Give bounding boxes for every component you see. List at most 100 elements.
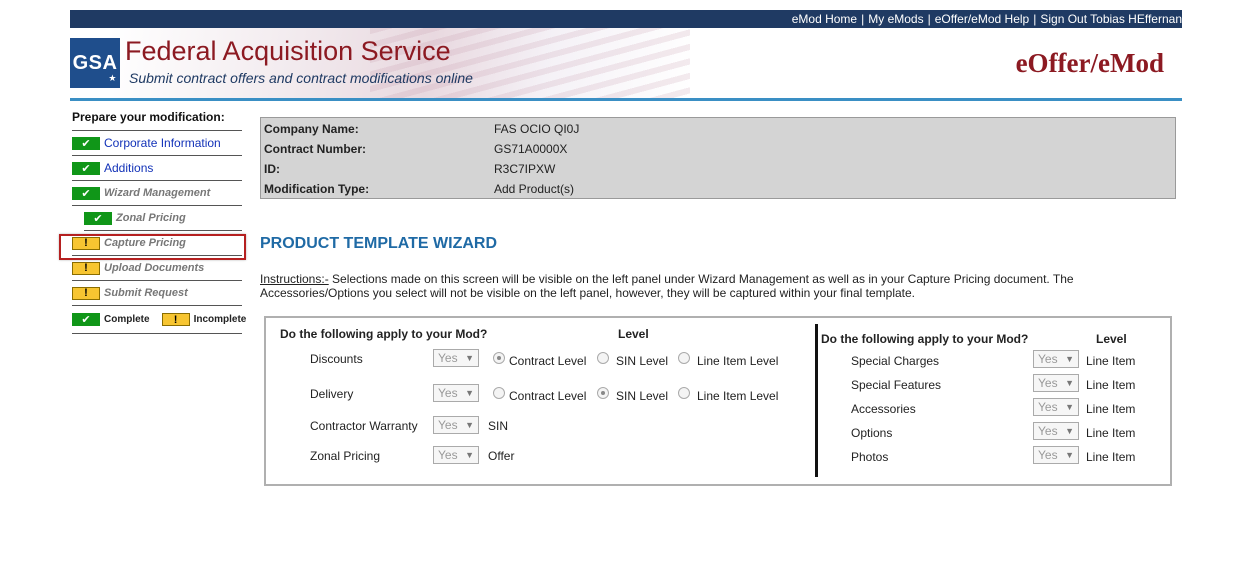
sidebar-item-corporate-information[interactable]: ✔ Corporate Information [72,131,242,156]
check-icon: ✔ [84,211,112,225]
delivery-contract-level-radio[interactable] [493,387,505,399]
select-value: Yes [1038,376,1058,390]
radio-label: SIN Level [616,354,669,368]
chevron-down-icon: ▼ [1065,450,1074,460]
column-divider [815,324,818,477]
sidebar-item-label[interactable]: Corporate Information [104,136,221,150]
warranty-label: Contractor Warranty [310,419,418,433]
info-value: GS71A0000X [494,142,568,156]
banner-subtitle: Submit contract offers and contract modi… [129,70,473,86]
zonal-pricing-select[interactable]: Yes ▼ [433,446,479,464]
options-select[interactable]: Yes ▼ [1033,422,1079,440]
delivery-sin-level-radio[interactable] [597,387,609,399]
top-nav-bar: eMod Home | My eMods | eOffer/eMod Help | Sign… [70,10,1182,28]
info-value: Add Product(s) [494,182,575,196]
special-features-select[interactable]: Yes ▼ [1033,374,1079,392]
sidebar-item-submit-request: ! Submit Request [72,281,242,306]
select-value: Yes [1038,424,1058,438]
special-charges-level: Line Item [1086,354,1136,368]
delivery-label: Delivery [310,387,354,401]
discounts-label: Discounts [310,352,363,366]
select-value: Yes [438,418,458,432]
photos-label: Photos [851,450,889,464]
mod-options-panel: Do the following apply to your Mod? Leve… [264,316,1172,486]
highlight-annotation [59,234,246,260]
banner-title: Federal Acquisition Service [125,36,451,66]
options-level: Line Item [1086,426,1136,440]
radio-label: Contract Level [509,389,587,403]
exclamation-icon: ! [161,313,190,326]
right-question-header: Do the following apply to your Mod? [821,332,1029,346]
chevron-down-icon: ▼ [465,450,474,460]
exclamation-icon: ! [72,261,100,275]
sidebar-item-additions[interactable]: ✔ Additions [72,156,242,181]
top-nav-links: eMod Home | My eMods | eOffer/eMod Help | Sign… [792,12,1182,26]
photos-select[interactable]: Yes ▼ [1033,446,1079,464]
page: eMod Home | My eMods | eOffer/eMod Help | Sign… [0,0,1252,587]
sidebar-item-label[interactable]: Additions [104,161,153,175]
discounts-sin-level-radio[interactable] [597,352,609,364]
gsa-logo[interactable]: GSA ★ [70,38,120,88]
eoffer-emod-logo: eOffer/eMod [1015,48,1164,78]
accessories-label: Accessories [851,402,916,416]
special-charges-select[interactable]: Yes ▼ [1033,350,1079,368]
info-label: ID: [264,162,280,176]
nav-separator: | [1033,12,1037,26]
accessories-select[interactable]: Yes ▼ [1033,398,1079,416]
emod-home-link[interactable]: eMod Home [792,12,857,26]
sidebar-item-label: Zonal Pricing [116,212,186,224]
chevron-down-icon: ▼ [1065,426,1074,436]
sign-out-link[interactable]: Sign Out Tobias HEffernan [1040,12,1182,26]
select-value: Yes [438,351,458,365]
instructions-label: Instructions:- [260,272,329,286]
radio-label: Line Item Level [697,389,779,403]
chevron-down-icon: ▼ [465,420,474,430]
photos-level: Line Item [1086,450,1136,464]
special-features-level: Line Item [1086,378,1136,392]
select-value: Yes [438,448,458,462]
exclamation-icon: ! [72,286,100,300]
special-charges-label: Special Charges [851,354,940,368]
sidebar: Prepare your modification: ✔ Corporate I… [72,110,246,334]
sidebar-item-label: Wizard Management [104,187,211,199]
page-title: PRODUCT TEMPLATE WIZARD [260,235,498,252]
delivery-select[interactable]: Yes ▼ [433,384,479,402]
left-question-header: Do the following apply to your Mod? [280,327,488,341]
star-icon: ★ [108,73,117,83]
radio-label: Line Item Level [697,354,779,368]
info-label: Contract Number: [264,142,367,156]
discounts-contract-level-radio[interactable] [493,352,505,364]
header-divider [70,98,1182,101]
legend-incomplete-label: Incomplete [193,314,247,325]
delivery-line-item-level-radio[interactable] [678,387,690,399]
discounts-line-item-level-radio[interactable] [678,352,690,364]
gsa-logo-text: GSA [72,51,118,74]
my-emods-link[interactable]: My eMods [868,12,923,26]
sidebar-item-wizard-management: ✔ Wizard Management [72,181,242,206]
sidebar-title: Prepare your modification: [72,110,242,131]
header-banner: GSA ★ Federal Acquisition Service Submit… [70,28,1182,98]
info-value: FAS OCIO QI0J [494,122,580,136]
help-link[interactable]: eOffer/eMod Help [935,12,1030,26]
check-icon: ✔ [72,136,100,150]
discounts-select[interactable]: Yes ▼ [433,349,479,367]
modification-info-panel: Company Name: FAS OCIO QI0J Contract Num… [260,117,1176,199]
instructions: Instructions:- Selections made on this s… [260,272,1160,300]
zonal-pricing-label: Zonal Pricing [310,449,381,463]
status-legend: ✔ Complete ! Incomplete [72,306,246,334]
chevron-down-icon: ▼ [465,353,474,363]
select-value: Yes [438,386,458,400]
chevron-down-icon: ▼ [1065,354,1074,364]
sidebar-item-label: Upload Documents [104,262,205,274]
info-label: Modification Type: [264,182,370,196]
sidebar-item-label: Submit Request [104,287,188,299]
left-level-header: Level [618,327,649,341]
warranty-select[interactable]: Yes ▼ [433,416,479,434]
select-value: Yes [1038,400,1058,414]
check-icon: ✔ [72,313,100,326]
select-value: Yes [1038,352,1058,366]
zonal-pricing-level: Offer [488,449,515,463]
info-label: Company Name: [264,122,359,136]
right-level-header: Level [1096,332,1127,346]
info-value: R3C7IPXW [494,162,556,176]
